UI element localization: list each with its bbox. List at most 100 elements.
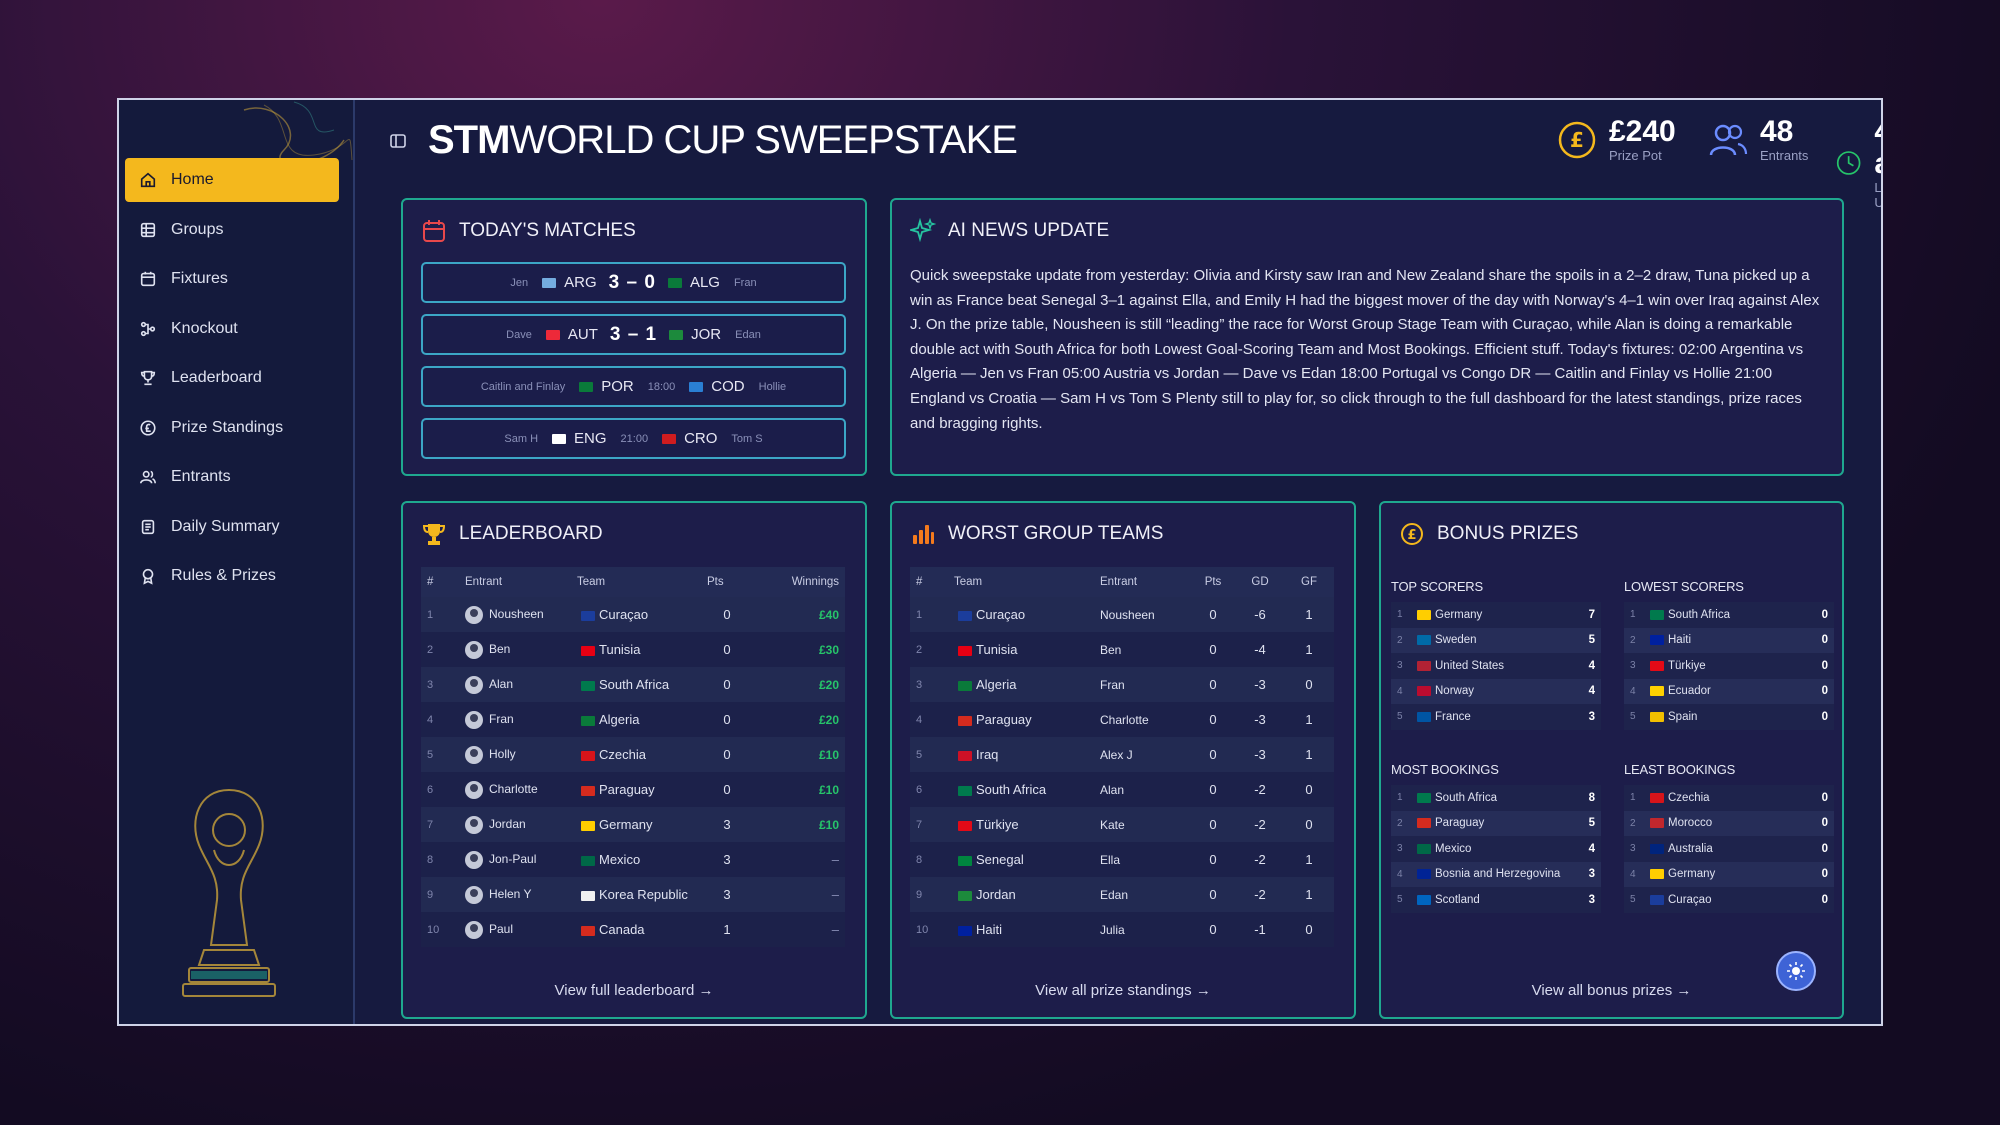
table-row[interactable]: 1 Nousheen Curaçao 0 £40 [421,597,845,632]
table-row[interactable]: 3 Algeria Fran 0 -3 0 [910,667,1334,702]
avatar [465,850,483,869]
match-row[interactable]: Sam H ENG 21:00 CRO Tom S [421,418,846,459]
table-row[interactable]: 6 Charlotte Paraguay 0 £10 [421,772,845,807]
points: 1 [701,912,753,947]
table-row[interactable]: 8 Senegal Ella 0 -2 1 [910,842,1334,877]
away-entrant: Hollie [758,380,787,393]
team-cell: Senegal [948,842,1094,877]
list-item[interactable]: 3 United States 4 [1391,653,1601,679]
flag-icon [958,890,972,901]
list-item[interactable]: 2 Haiti 0 [1624,627,1834,653]
sidebar-item-prize-standings[interactable]: Prize Standings [125,406,339,450]
sidebar-item-leaderboard[interactable]: Leaderboard [125,356,339,400]
winnings: £10 [753,807,845,842]
table-row[interactable]: 10 Paul Canada 1 – [421,912,845,947]
team-name: South Africa [1435,791,1498,804]
list-item[interactable]: 3 Türkiye 0 [1624,653,1834,679]
todays-matches-label: TODAY'S MATCHES [459,220,636,241]
table-row[interactable]: 7 Türkiye Kate 0 -2 0 [910,807,1334,842]
goal-difference: -2 [1236,807,1284,842]
table-row[interactable]: 8 Jon-Paul Mexico 3 – [421,842,845,877]
points: 0 [1190,737,1236,772]
list-item[interactable]: 4 Norway 4 [1391,678,1601,704]
view-all-bonus-prizes-link[interactable]: View all bonus prizes → [1381,982,1842,999]
section-title: TOP SCORERS [1391,579,1483,594]
team-cell: Jordan [948,877,1094,912]
table-row[interactable]: 7 Jordan Germany 3 £10 [421,807,845,842]
trophy-icon [422,524,446,545]
list-item[interactable]: 1 Germany 7 [1391,602,1601,628]
match-time: 21:00 [620,432,649,445]
goals-for: 1 [1284,702,1334,737]
goals-for: 1 [1284,877,1334,912]
list-item[interactable]: 4 Germany 0 [1624,861,1834,887]
team-name: Germany [1668,868,1716,881]
table-row[interactable]: 5 Holly Czechia 0 £10 [421,737,845,772]
table-row[interactable]: 4 Paraguay Charlotte 0 -3 1 [910,702,1334,737]
table-row[interactable]: 9 Jordan Edan 0 -2 1 [910,877,1334,912]
list-item[interactable]: 3 Mexico 4 [1391,836,1601,862]
list-item[interactable]: 5 Spain 0 [1624,704,1834,730]
list-item[interactable]: 5 France 3 [1391,704,1601,730]
flag-icon [581,890,595,901]
bar-chart-icon [913,525,934,544]
list-item[interactable]: 4 Bosnia and Herzegovina 3 [1391,861,1601,887]
match-row[interactable]: Dave AUT 3 – 1 JOR Edan [421,314,846,355]
sidebar-item-daily-summary[interactable]: Daily Summary [125,505,339,549]
team-name: South Africa [976,782,1047,797]
list-item[interactable]: 5 Scotland 3 [1391,887,1601,913]
table-row[interactable]: 9 Helen Y Korea Republic 3 – [421,877,845,912]
list-item[interactable]: 2 Paraguay 5 [1391,810,1601,836]
theme-toggle-button[interactable] [1776,951,1816,991]
list-item[interactable]: 1 South Africa 8 [1391,785,1601,811]
match-row[interactable]: Caitlin and Finlay POR 18:00 COD Hollie [421,366,846,407]
rank: 3 [1630,843,1636,855]
table-row[interactable]: 10 Haiti Julia 0 -1 0 [910,912,1334,947]
table-row[interactable]: 2 Tunisia Ben 0 -4 1 [910,632,1334,667]
table-row[interactable]: 5 Iraq Alex J 0 -3 1 [910,737,1334,772]
list-item[interactable]: 1 Czechia 0 [1624,785,1834,811]
goal-difference: -1 [1236,912,1284,947]
table-row[interactable]: 6 South Africa Alan 0 -2 0 [910,772,1334,807]
team-cell: Iraq [948,737,1094,772]
table-row[interactable]: 2 Ben Tunisia 0 £30 [421,632,845,667]
sidebar-item-entrants[interactable]: Entrants [125,455,339,499]
col-entrant: Entrant [459,567,571,597]
list-item[interactable]: 2 Morocco 0 [1624,810,1834,836]
sidebar-toggle-icon[interactable] [389,132,407,150]
sidebar-item-knockout[interactable]: Knockout [125,307,339,351]
rank: 2 [1397,634,1403,646]
sidebar-item-home[interactable]: Home [125,158,339,202]
value: 0 [1821,710,1828,723]
bonus-section-most-bookings: MOST BOOKINGS 1 South Africa 8 2 Paragua… [1391,762,1601,913]
team-name: Senegal [976,852,1024,867]
flag-icon [581,855,595,866]
list-item[interactable]: 2 Sweden 5 [1391,627,1601,653]
bonus-section-lowest-scorers: LOWEST SCORERS 1 South Africa 0 2 Haiti … [1624,579,1834,730]
sidebar-item-groups[interactable]: Groups [125,208,339,252]
team-name: Germany [599,817,653,832]
table-row[interactable]: 4 Fran Algeria 0 £20 [421,702,845,737]
sidebar-item-fixtures[interactable]: Fixtures [125,257,339,301]
view-full-leaderboard-link[interactable]: View full leaderboard → [403,982,865,999]
section-title: LOWEST SCORERS [1624,579,1744,594]
team-name: Morocco [1668,817,1713,830]
pound-icon [139,419,157,437]
rank: 1 [1397,792,1403,804]
list-item[interactable]: 1 South Africa 0 [1624,602,1834,628]
view-all-prize-standings-link[interactable]: View all prize standings → [892,982,1354,999]
list-item[interactable]: 4 Ecuador 0 [1624,678,1834,704]
ai-news-label: AI NEWS UPDATE [948,220,1110,241]
team-cell: Curaçao [948,597,1094,632]
list-item[interactable]: 3 Australia 0 [1624,836,1834,862]
match-row[interactable]: Jen ARG 3 – 0 ALG Fran [421,262,846,303]
avatar [465,675,483,694]
table-row[interactable]: 3 Alan South Africa 0 £20 [421,667,845,702]
table-row[interactable]: 1 Curaçao Nousheen 0 -6 1 [910,597,1334,632]
list-item[interactable]: 5 Curaçao 0 [1624,887,1834,913]
col-gf: GF [1284,567,1334,597]
points: 0 [701,667,753,702]
goal-difference: -4 [1236,632,1284,667]
sidebar-item-rules-prizes[interactable]: Rules & Prizes [125,554,339,598]
team-name: Spain [1668,710,1698,723]
